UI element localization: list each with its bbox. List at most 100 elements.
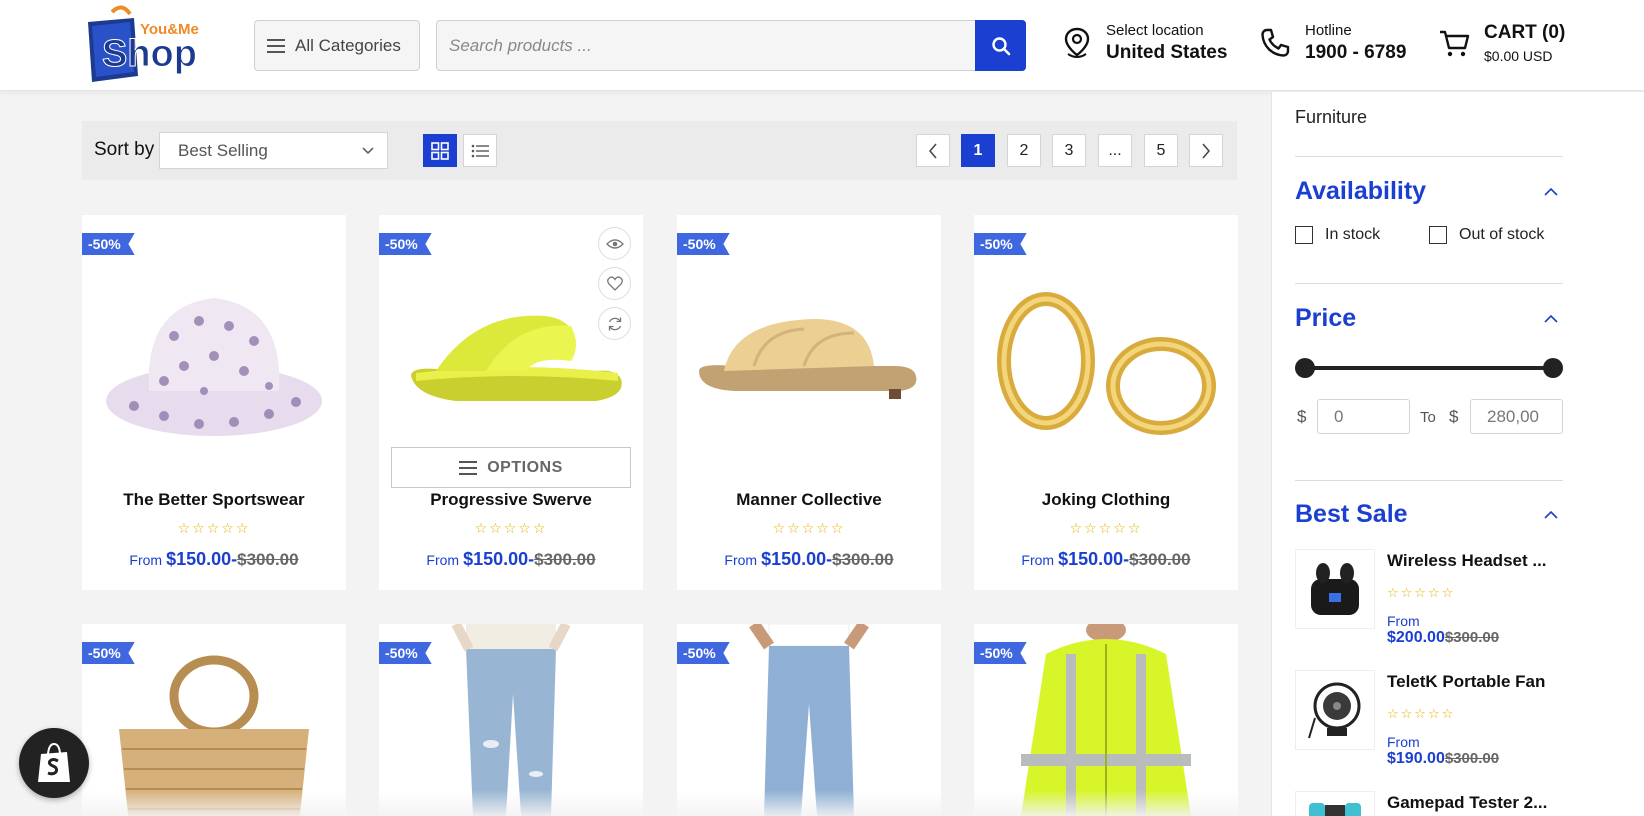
page-2-button[interactable]: 2 [1007,134,1041,167]
location-label: Select location [1106,22,1204,39]
shop-logo[interactable]: You&Me Shop [82,4,222,86]
product-card[interactable]: -50% OPTIONS Progressive Swerve ☆☆☆☆☆ Fr… [379,215,643,590]
eye-icon [605,238,624,249]
best-sale-item[interactable]: TeletK Portable Fan ☆☆☆☆☆ From $190.00$3… [1295,670,1585,780]
catalog-toolbar: Sort by Best Selling 1 2 3 ... 5 [82,121,1237,180]
location-selector[interactable]: Select location United States [1062,22,1227,64]
price-heading[interactable]: Price [1295,304,1356,333]
all-categories-label: All Categories [295,35,401,55]
in-stock-checkbox[interactable]: In stock [1295,226,1380,244]
product-image-gold-earrings[interactable] [974,251,1238,471]
page-5-button[interactable]: 5 [1144,134,1178,167]
best-sale-name[interactable]: Gamepad Tester 2... [1387,793,1547,813]
gamepad-image[interactable] [1295,791,1375,816]
product-card[interactable]: -50% Manner Collective ☆☆☆☆☆ From $150.00… [677,215,941,590]
menu-icon [267,38,285,53]
compare-button[interactable] [598,307,631,340]
chevron-up-icon[interactable] [1544,510,1558,520]
yellow-sandal-image [411,315,622,401]
price-slider-track[interactable] [1305,366,1553,370]
price-max-input[interactable]: 280,00 [1470,399,1563,434]
product-card[interactable]: -50% Joking Clothing ☆☆☆☆☆ From $150.00-$… [974,215,1238,590]
price-from-label: From [129,552,163,568]
search-icon [991,36,1010,55]
options-button[interactable]: OPTIONS [391,447,631,488]
phone-icon [1261,28,1290,57]
mens-jeans-image [749,624,869,816]
best-sale-item[interactable]: Wireless Headset ... ☆☆☆☆☆ From $200.00$… [1295,549,1585,659]
search-bar [436,20,1026,71]
divider [1295,480,1563,481]
product-card[interactable]: -50% [379,624,643,816]
chevron-up-icon[interactable] [1544,314,1558,324]
discount-badge: -50% [677,642,730,664]
product-image-bucket-hat[interactable] [82,251,346,471]
grid-view-button[interactable] [423,134,457,167]
price-from-label: From [426,552,460,568]
sale-price: $150.00 [166,549,232,569]
shopify-chat-button[interactable] [19,728,89,798]
cart-count: CART (0) [1484,22,1566,43]
chevron-up-icon[interactable] [1544,187,1558,197]
ripped-jeans-image [451,624,571,816]
search-button[interactable] [975,20,1026,71]
best-sale-name[interactable]: TeletK Portable Fan [1387,672,1545,692]
product-image-beige-slide[interactable] [677,251,941,471]
product-card[interactable]: -50% [677,624,941,816]
checkbox-box[interactable] [1295,226,1313,244]
sale-price: $200.00 [1387,629,1445,646]
sale-price: $150.00 [1058,549,1124,569]
prev-page-button[interactable] [916,134,950,167]
page-3-button[interactable]: 3 [1052,134,1086,167]
best-sale-name[interactable]: Wireless Headset ... [1387,551,1547,571]
product-name[interactable]: Progressive Swerve [379,490,643,510]
quick-view-button[interactable] [598,227,631,260]
next-page-button[interactable] [1189,134,1223,167]
best-sale-item[interactable]: Gamepad Tester 2... [1295,791,1585,816]
product-name[interactable]: The Better Sportswear [82,490,346,510]
price-to-label: To [1420,409,1436,426]
rating-stars: ☆☆☆☆☆ [772,520,846,536]
site-header: You&Me Shop All Categories Select locati… [0,0,1644,91]
wireless-headset-image[interactable] [1295,549,1375,629]
wishlist-button[interactable] [598,267,631,300]
cart-total: $0.00 USD [1484,48,1553,64]
page-1-button[interactable]: 1 [961,134,995,167]
chevron-right-icon [1202,143,1210,158]
all-categories-button[interactable]: All Categories [254,20,420,71]
gold-earrings-image [997,292,1216,435]
price-slider-max-handle[interactable] [1543,358,1563,378]
out-of-stock-label: Out of stock [1459,226,1545,243]
checkbox-box[interactable] [1429,226,1447,244]
compare-icon [608,317,621,330]
cart[interactable]: CART (0) $0.00 USD [1438,22,1565,64]
original-price: $300.00 [534,550,596,569]
best-sale-heading[interactable]: Best Sale [1295,500,1408,529]
rating-stars: ☆☆☆☆☆ [177,520,251,536]
availability-heading[interactable]: Availability [1295,177,1426,206]
hotline-number[interactable]: 1900 - 6789 [1305,42,1406,64]
out-of-stock-checkbox[interactable]: Out of stock [1429,226,1544,244]
fan-image [1308,682,1361,739]
logo-text-main: Shop [102,33,197,75]
price-slider-min-handle[interactable] [1295,358,1315,378]
original-price: $300.00 [1129,550,1191,569]
currency-symbol: $ [1297,407,1307,426]
product-card[interactable]: -50% The Better Sportswear ☆☆☆☆☆ From $15… [82,215,346,590]
search-input[interactable] [437,21,977,70]
price-from-label: From [1387,613,1420,629]
discount-badge: -50% [379,642,432,664]
product-name[interactable]: Joking Clothing [974,490,1238,510]
category-furniture[interactable]: Furniture [1295,107,1367,128]
list-view-button[interactable] [463,134,497,167]
price-min-input[interactable]: 0 [1317,399,1410,434]
filter-sidebar: Furniture Availability In stock Out of s… [1271,92,1644,816]
portable-fan-image[interactable] [1295,670,1375,750]
best-sale-price: $200.00$300.00 [1387,629,1499,647]
product-card[interactable]: -50% [82,624,346,816]
product-card[interactable]: -50% [974,624,1238,816]
rating-stars: ☆☆☆☆☆ [1069,520,1143,536]
product-name[interactable]: Manner Collective [677,490,941,510]
page-ellipsis: ... [1098,134,1132,167]
sort-select[interactable]: Best Selling [159,132,388,169]
